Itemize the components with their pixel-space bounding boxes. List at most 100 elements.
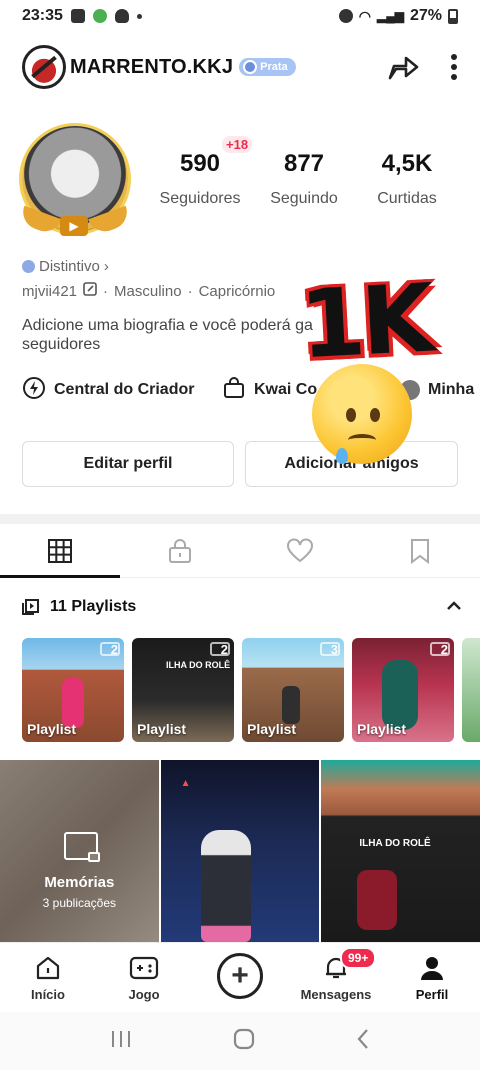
cloud-icon [114,9,129,23]
memories-tile[interactable]: Memórias 3 publicações [0,760,159,942]
alarm-icon [338,9,353,23]
creator-center-label: Central do Criador [54,381,195,398]
playlists-title: 11 Playlists [50,598,137,615]
kwai-shop-label: Kwai Co [254,381,318,398]
following-stat[interactable]: 877 Seguindo [264,150,344,208]
system-navigation [0,1012,480,1070]
video-thumbnail[interactable]: ▲ [160,760,320,942]
nav-home[interactable]: Início [0,943,96,1012]
nav-profile-label: Perfil [415,987,449,1002]
playlist-card[interactable]: 3 Playlist [242,638,344,742]
character-figure [282,686,300,724]
edit-profile-button[interactable]: Editar perfil [22,441,234,487]
nav-profile[interactable]: Perfil [384,943,480,1012]
my-link[interactable]: Minha [400,376,474,404]
share-icon[interactable] [386,52,420,82]
content-tabs [0,524,480,578]
sad-face-emoji-icon [312,364,412,464]
lock-icon [88,852,100,862]
profile-handle: mjvii421 [22,282,78,300]
profile-username: MARRENTO.KKJ [70,55,234,78]
emoji-mouth [348,434,376,446]
warning-icon: ▲ [180,778,191,789]
emoji-eye [370,408,380,422]
playlist-card-partial[interactable] [462,638,480,742]
chevron-right-icon: › [103,258,109,275]
home-button-icon[interactable] [233,1028,255,1055]
followers-stat[interactable]: 590 Seguidores [156,150,244,208]
nav-home-label: Início [31,987,65,1002]
playlist-card[interactable]: 2 Playlist [352,638,454,742]
bottom-navigation: Início Jogo + 99+ Mensagens Perfil [0,942,480,1012]
playlist-icon [22,599,39,615]
tab-private[interactable] [120,524,240,577]
emoji-tear [336,448,348,464]
likes-count: 4,5K [381,150,433,177]
nav-game-label: Jogo [128,987,160,1002]
badge-link[interactable]: Distintivo › [22,258,109,275]
chevron-up-icon[interactable] [446,598,462,616]
creator-center-link[interactable]: Central do Criador [22,376,194,404]
playlist-label: Playlist [357,721,407,737]
edit-handle-icon[interactable] [83,282,97,300]
scene-text: ILHA DO ROLÊ [166,660,231,670]
messages-badge: 99+ [340,947,377,969]
emoji-eye [346,408,356,422]
badge-link-label: Distintivo [39,258,100,275]
recent-apps-icon[interactable] [110,1029,132,1054]
gallery-notification-icon [70,9,85,23]
playlist-label: Playlist [247,721,297,737]
character-figure [382,660,418,730]
playlist-count: 2 [220,642,228,657]
meta-separator: · [103,282,109,300]
gamepad-icon [129,956,159,980]
more-notifications-icon [136,13,142,19]
status-time: 23:35 [22,7,63,24]
profile-meta: mjvii421 · Masculino · Capricórnio [22,282,275,300]
rank-gem-icon [243,60,258,74]
profile-header: MARRENTO.KKJ Prata [0,44,480,90]
nav-game[interactable]: Jogo [96,943,192,1012]
profile-gender: Masculino [114,282,182,300]
plus-icon: + [217,953,263,999]
battery-icon [448,8,458,24]
rank-badge[interactable]: Prata [239,58,296,76]
home-icon [36,956,60,980]
signal-icon: ▂▄▆ [377,9,404,23]
more-options-icon[interactable] [450,53,458,81]
wifi-icon: ◠ [358,7,371,24]
character-figure [357,870,398,930]
playlist-label: Playlist [27,721,77,737]
back-icon[interactable] [356,1028,370,1055]
character-figure [200,830,251,942]
tab-posts[interactable] [0,524,120,577]
profile-sign: Capricórnio [198,282,276,300]
grid-icon [48,538,72,563]
playlist-card[interactable]: 2 Playlist [22,638,124,742]
tab-liked[interactable] [240,524,360,577]
shopping-bag-icon [222,376,246,405]
nav-messages[interactable]: 99+ Mensagens [288,943,384,1012]
playlists-header[interactable]: 11 Playlists [22,596,462,618]
status-bar: 23:35 ◠ ▂▄▆ 27% [0,0,480,32]
likes-stat[interactable]: 4,5K Curtidas [370,150,444,208]
video-title: ILHA DO ROLÊ [359,838,431,849]
nav-create[interactable]: + [192,943,288,1012]
video-thumbnail[interactable]: ILHA DO ROLÊ [321,760,480,942]
playlist-label: Playlist [137,721,187,737]
tab-saved[interactable] [360,524,480,577]
1k-sticker: 1K [297,264,434,381]
playlist-card[interactable]: 2 ILHA DO ROLÊ Playlist [132,638,234,742]
posts-grid: Memórias 3 publicações ▲ ILHA DO ROLÊ [0,760,480,942]
battery-percent: 27% [409,7,442,24]
likes-label: Curtidas [377,190,437,207]
following-count: 877 [283,150,325,177]
profile-icon [421,957,443,980]
rank-badge-label: Prata [260,61,288,73]
heart-icon [287,538,313,562]
playlists-row: 2 Playlist 2 ILHA DO ROLÊ Playlist 3 Pla… [22,638,480,742]
playlist-count: 3 [330,642,338,657]
memories-subtitle: 3 publicações [42,896,117,910]
following-label: Seguindo [270,190,338,207]
profile-logo-icon [22,45,66,89]
